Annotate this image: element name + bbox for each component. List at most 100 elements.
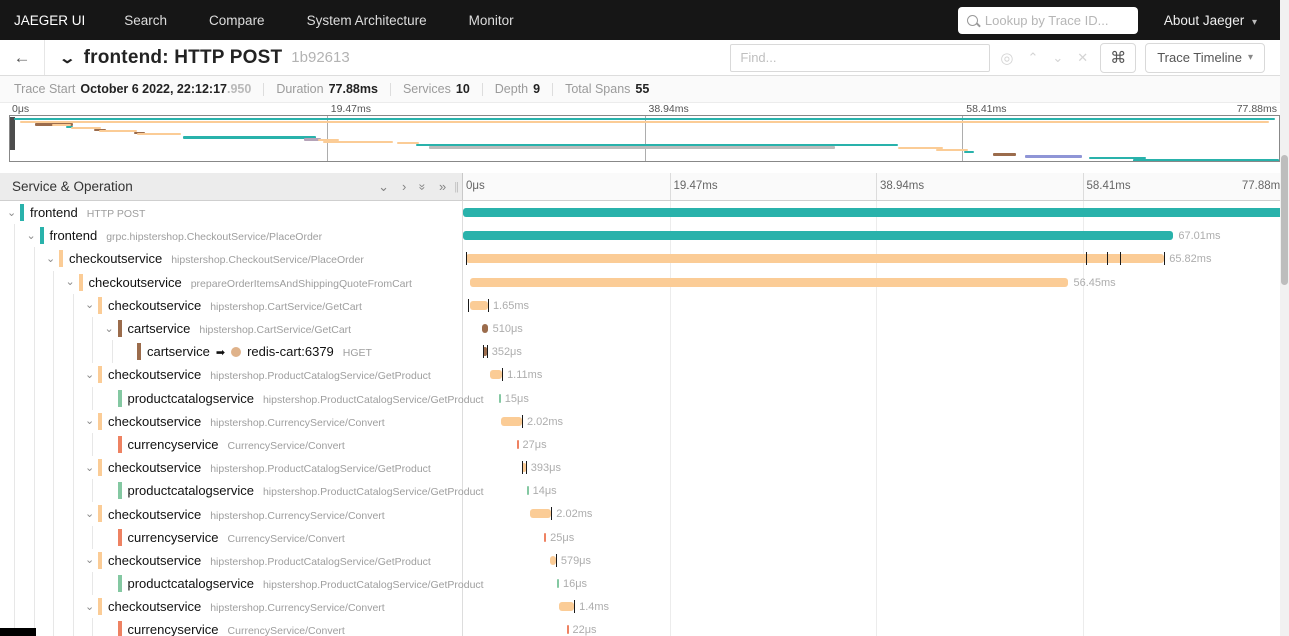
tree-row[interactable]: ⌄ checkoutservice hipstershop.ProductCatal… (0, 363, 462, 387)
span-bar-row[interactable]: 25μs (463, 526, 1289, 549)
span-duration-bar[interactable] (559, 602, 575, 612)
span-bar-row[interactable] (463, 201, 1289, 224)
row-collapse-chevron-icon[interactable]: ⌄ (85, 368, 94, 381)
tree-row[interactable]: ⌄ checkoutservice hipstershop.CheckoutServ… (0, 247, 462, 271)
expand-one-icon[interactable]: › (402, 179, 406, 194)
back-button[interactable]: ← (0, 40, 45, 75)
span-duration-bar[interactable] (549, 555, 556, 565)
expand-all-icon[interactable]: » (439, 179, 446, 194)
span-bar-row[interactable]: 1.4ms (463, 595, 1289, 618)
span-duration-bar[interactable] (498, 393, 501, 403)
collapse-one-icon[interactable]: ⌄ (378, 179, 389, 195)
span-duration-bar[interactable] (526, 486, 529, 496)
span-duration-bar[interactable] (516, 439, 519, 449)
span-bar-row[interactable]: 56.45ms (463, 271, 1289, 294)
tree-row[interactable]: cartservice ➡ redis-cart:6379 HGET (0, 340, 462, 364)
clear-find-icon[interactable]: ✕ (1077, 50, 1088, 66)
span-duration-bar[interactable] (490, 370, 503, 380)
trace-id-input[interactable] (984, 12, 1129, 28)
span-duration-bar[interactable] (500, 416, 522, 426)
tree-row[interactable]: ⌄ checkoutservice hipstershop.ProductCatal… (0, 548, 462, 572)
span-duration-bar[interactable] (470, 300, 488, 310)
row-collapse-chevron-icon[interactable]: ⌄ (85, 414, 94, 427)
about-jaeger-menu[interactable]: About Jaeger ▾ (1164, 13, 1257, 28)
tree-row[interactable]: productcatalogservice hipstershop.Product… (0, 479, 484, 503)
nav-item-compare[interactable]: Compare (188, 13, 286, 28)
locate-icon[interactable]: ◎ (1000, 49, 1013, 67)
span-bar-row[interactable]: 67.01ms (463, 224, 1289, 247)
tree-row[interactable]: productcatalogservice hipstershop.Product… (0, 386, 484, 410)
span-duration-bar[interactable] (529, 509, 552, 519)
span-duration-bar[interactable] (566, 625, 569, 635)
brand-logo[interactable]: JAEGER UI (0, 13, 103, 28)
span-bar-row[interactable]: 2.02ms (463, 410, 1289, 433)
tree-row[interactable]: currencyservice CurrencyService/Convert (0, 432, 462, 457)
row-collapse-chevron-icon[interactable]: ⌄ (7, 206, 16, 219)
tree-row[interactable]: ⌄ frontend grpc.hipstershop.CheckoutServic… (0, 224, 462, 248)
trace-minimap[interactable] (9, 115, 1280, 162)
span-duration-bar[interactable] (466, 254, 1165, 264)
span-duration-bar[interactable] (469, 277, 1069, 287)
minimap-scrub-handle[interactable] (10, 117, 15, 150)
tree-row[interactable]: ⌄ checkoutservice hipstershop.CurrencyServ… (0, 409, 462, 433)
page-scrollbar[interactable] (1280, 0, 1289, 636)
tree-row[interactable]: productcatalogservice hipstershop.Product… (0, 572, 484, 596)
prev-result-icon[interactable]: ⌃ (1027, 50, 1038, 66)
tree-row[interactable]: ⌄ checkoutservice hipstershop.CurrencyServ… (0, 595, 462, 619)
collapse-all-icon[interactable]: » (416, 183, 430, 190)
nav-item-search[interactable]: Search (103, 13, 188, 28)
span-bar-row[interactable]: 393μs (463, 456, 1289, 479)
span-row-label: checkoutservice hipstershop.CurrencyServi… (108, 507, 385, 522)
span-bar-row[interactable]: 22μs (463, 618, 1289, 636)
row-collapse-chevron-icon[interactable]: ⌄ (85, 600, 94, 613)
row-collapse-chevron-icon[interactable]: ⌄ (105, 322, 114, 335)
span-bar-row[interactable]: 16μs (463, 572, 1289, 595)
span-bar-row[interactable]: 1.11ms (463, 363, 1289, 386)
keyboard-shortcuts-button[interactable]: ⌘ (1100, 42, 1137, 73)
span-duration-bar[interactable] (544, 532, 547, 542)
tree-row[interactable]: ⌄ checkoutservice hipstershop.CurrencyServ… (0, 502, 462, 526)
span-bar-row[interactable]: 510μs (463, 317, 1289, 340)
trace-view-selector[interactable]: Trace Timeline ▾ (1145, 42, 1265, 73)
span-row-label: checkoutservice hipstershop.CurrencyServi… (108, 414, 385, 429)
scrollbar-thumb[interactable] (1281, 155, 1288, 285)
span-bar-row[interactable]: 1.65ms (463, 294, 1289, 317)
find-box[interactable] (730, 43, 991, 72)
column-resizer-grip[interactable]: || (454, 181, 462, 193)
row-collapse-chevron-icon[interactable]: ⌄ (66, 275, 75, 288)
row-collapse-chevron-icon[interactable]: ⌄ (85, 461, 94, 474)
find-input[interactable] (740, 50, 981, 65)
service-color-bar (98, 505, 102, 523)
row-collapse-chevron-icon[interactable]: ⌄ (27, 229, 36, 242)
row-collapse-chevron-icon[interactable]: ⌄ (85, 507, 94, 520)
span-bar-row[interactable]: 352μs (463, 340, 1289, 363)
tree-row[interactable]: ⌄ cartservice hipstershop.CartService/GetC… (0, 316, 462, 341)
operation-name: hipstershop.CartService/GetCart (199, 324, 352, 337)
tree-guide-line (33, 386, 35, 410)
tree-row[interactable]: ⌄ frontend HTTP POST (0, 201, 462, 224)
nav-item-system-architecture[interactable]: System Architecture (286, 13, 448, 28)
span-bar-row[interactable]: 15μs (463, 387, 1289, 410)
span-duration-bar[interactable] (482, 323, 488, 333)
tree-row[interactable]: ⌄ checkoutservice hipstershop.ProductCatal… (0, 456, 462, 480)
collapse-trace-chevron-icon[interactable]: ⌄ (58, 49, 76, 67)
span-bar-row[interactable]: 579μs (463, 549, 1289, 572)
span-bar-row[interactable]: 2.02ms (463, 502, 1289, 525)
next-result-icon[interactable]: ⌄ (1052, 50, 1063, 66)
span-bar-row[interactable]: 14μs (463, 479, 1289, 502)
tree-row[interactable]: ⌄ checkoutservice hipstershop.CartService/… (0, 293, 462, 317)
row-collapse-chevron-icon[interactable]: ⌄ (46, 252, 55, 265)
span-duration-bar[interactable] (557, 579, 560, 588)
span-bar-row[interactable]: 27μs (463, 433, 1289, 456)
nav-item-monitor[interactable]: Monitor (448, 13, 535, 28)
tree-row[interactable]: currencyservice CurrencyService/Convert (0, 525, 462, 549)
tree-guide-line (53, 270, 54, 294)
row-collapse-chevron-icon[interactable]: ⌄ (85, 553, 94, 566)
span-bar-row[interactable]: 65.82ms (463, 247, 1289, 270)
span-duration-bar[interactable] (463, 231, 1174, 241)
row-collapse-chevron-icon[interactable]: ⌄ (85, 298, 94, 311)
tree-row[interactable]: currencyservice CurrencyService/Convert (0, 618, 462, 636)
trace-id-lookup[interactable] (957, 6, 1138, 34)
span-duration-bar[interactable] (463, 208, 1289, 217)
tree-row[interactable]: ⌄ checkoutservice prepareOrderItemsAndShip… (0, 270, 462, 294)
